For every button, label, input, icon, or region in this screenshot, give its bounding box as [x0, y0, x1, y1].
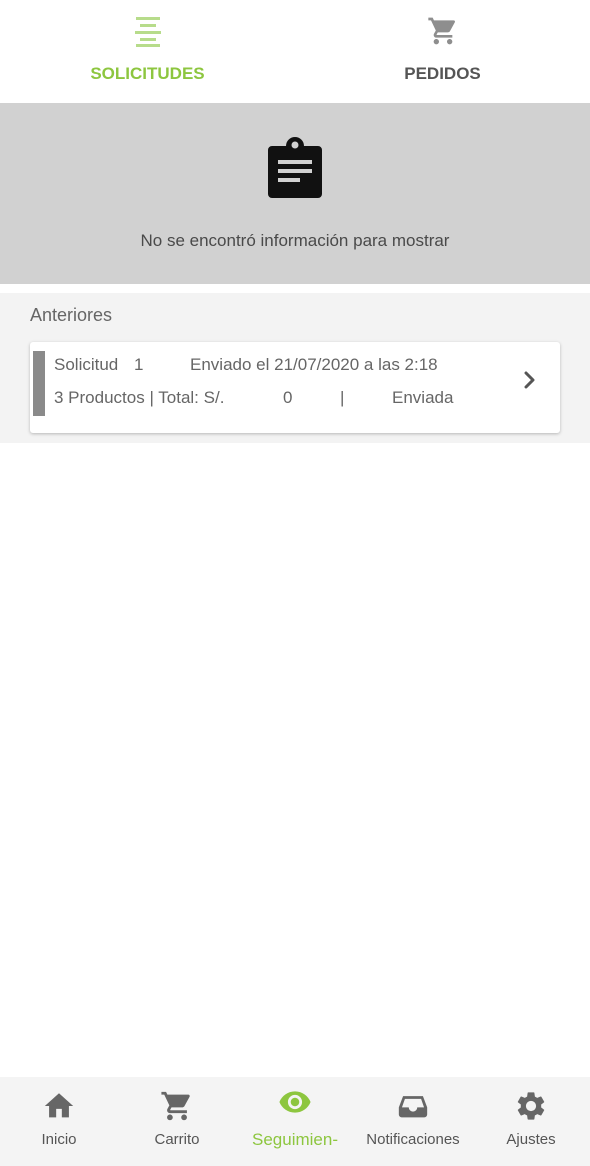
previous-section: Anteriores Solicitud 1 Enviado el 21/07/…	[0, 293, 590, 443]
gear-icon	[517, 1092, 545, 1120]
bottom-navigation: Inicio Carrito Seguimien- Notificaciones…	[0, 1077, 590, 1166]
request-number: 1	[134, 355, 144, 374]
section-title: Anteriores	[30, 305, 113, 325]
top-tab-bar: SOLICITUDES PEDIDOS	[0, 0, 590, 103]
nav-inicio-label: Inicio	[41, 1131, 77, 1148]
cart-icon	[427, 17, 455, 45]
inbox-icon	[398, 1096, 428, 1118]
nav-seguimiento-label: Seguimien-	[252, 1130, 338, 1149]
nav-carrito[interactable]: Carrito	[118, 1077, 236, 1166]
cart-icon	[161, 1091, 190, 1121]
nav-carrito-label: Carrito	[154, 1131, 200, 1148]
nav-notificaciones[interactable]: Notificaciones	[354, 1077, 472, 1166]
empty-state-panel: No se encontró información para mostrar	[0, 103, 590, 284]
tab-pedidos[interactable]: PEDIDOS	[295, 0, 590, 103]
nav-ajustes-label: Ajustes	[506, 1131, 556, 1148]
tab-solicitudes[interactable]: SOLICITUDES	[0, 0, 295, 103]
request-label: Solicitud	[54, 355, 119, 374]
nav-ajustes[interactable]: Ajustes	[472, 1077, 590, 1166]
chevron-right-icon	[524, 371, 535, 389]
status-indicator-bar	[33, 351, 45, 416]
nav-seguimiento[interactable]: Seguimien-	[236, 1077, 354, 1166]
sent-date: Enviado el 21/07/2020 a las 2:18	[190, 355, 438, 374]
tab-solicitudes-label: SOLICITUDES	[90, 64, 205, 83]
tab-pedidos-label: PEDIDOS	[404, 64, 481, 83]
nav-notificaciones-label: Notificaciones	[366, 1131, 460, 1148]
empty-state-message: No se encontró información para mostrar	[140, 231, 450, 250]
products-total-label: 3 Productos | Total: S/.	[54, 388, 225, 407]
nav-inicio[interactable]: Inicio	[0, 1077, 118, 1166]
list-lines-icon	[134, 17, 161, 47]
home-icon	[44, 1093, 74, 1118]
request-card[interactable]: Solicitud 1 Enviado el 21/07/2020 a las …	[30, 342, 560, 433]
total-value: 0	[283, 388, 293, 407]
clipboard-icon	[268, 137, 322, 198]
status-text: Enviada	[392, 388, 454, 407]
eye-icon	[279, 1091, 311, 1113]
separator: |	[340, 388, 345, 407]
